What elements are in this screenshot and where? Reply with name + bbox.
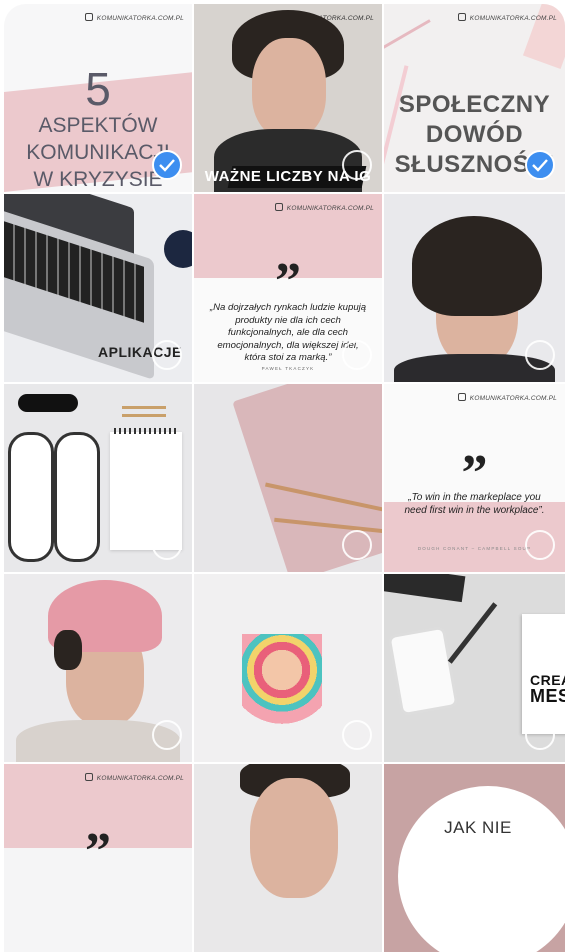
tile-caption: JAK NIE [444,818,512,837]
grid-tile-jak-nie[interactable]: JAK NIE [384,764,565,952]
sneaker-right [54,432,100,562]
quote-mark-icon: ” [85,823,111,880]
brand-watermark: KOMUNIKATORKA.COM.PL [457,13,557,22]
grid-tile-aspekty[interactable]: KOMUNIKATORKA.COM.PL 5 ASPEKTÓW KOMUNIKA… [4,4,192,192]
brand-watermark: KOMUNIKATORKA.COM.PL [84,773,184,782]
grid-tile-sneakers[interactable] [4,384,192,572]
photo-grid: KOMUNIKATORKA.COM.PL 5 ASPEKTÓW KOMUNIKA… [4,4,565,952]
select-checkbox[interactable] [525,340,555,370]
grid-tile-quote-tkaczyk[interactable]: KOMUNIKATORKA.COM.PL ” „Na dojrzałych ry… [194,194,382,382]
book-title: CREAT MES [530,672,565,706]
grid-tile-wazne-liczby[interactable]: KOMUNIKATORKA.COM.PL WAŻNE LICZBY NA IG [194,4,382,192]
sunglasses [18,394,78,412]
select-checkbox[interactable] [342,150,372,180]
quote-text: „To win in the markeplace you need first… [404,492,545,516]
select-checkbox[interactable] [152,530,182,560]
select-checkbox[interactable] [525,720,555,750]
select-checkbox[interactable] [342,530,372,560]
brand-watermark: KOMUNIKATORKA.COM.PL [274,203,374,212]
grid-tile-spoleczny-dowod[interactable]: KOMUNIKATORKA.COM.PL SPOŁECZNY DOWÓD SŁU… [384,4,565,192]
grid-tile-portrait-hair[interactable] [384,194,565,382]
grid-tile-notebook-pink[interactable] [194,384,382,572]
instagram-icon [457,13,466,21]
pencil-decoration [122,406,166,409]
select-checkbox[interactable] [152,340,182,370]
instagram-icon [457,393,466,401]
grid-tile-portrait-partial[interactable] [194,764,382,952]
instagram-icon [84,13,93,21]
coffee-cup [164,230,192,268]
sneaker-left [8,432,54,562]
select-checkbox[interactable] [152,150,182,180]
pencil-decoration [122,414,166,417]
portrait-face [252,38,326,138]
brand-text: KOMUNIKATORKA.COM.PL [96,15,184,22]
select-checkbox[interactable] [525,530,555,560]
grid-tile-desk-phone[interactable]: CREAT MES [384,574,565,762]
portrait-face [250,778,338,898]
select-checkbox[interactable] [342,340,372,370]
tile-number: 5 [85,63,111,115]
white-circle [398,786,565,952]
pencil-decoration [384,19,431,52]
checkmark-icon [532,159,548,172]
checkmark-icon [159,159,175,172]
brand-watermark: KOMUNIKATORKA.COM.PL [457,393,557,402]
select-checkbox[interactable] [342,720,372,750]
grid-tile-quote-partial[interactable]: KOMUNIKATORKA.COM.PL ” [4,764,192,952]
pen-decoration [447,602,498,664]
instagram-icon [274,203,283,211]
desk-object [384,574,466,603]
portrait-hair [54,630,82,670]
grid-tile-aplikacje[interactable]: APLIKACJE [4,194,192,382]
grid-tile-quote-conant[interactable]: KOMUNIKATORKA.COM.PL ” „To win in the ma… [384,384,565,572]
select-checkbox[interactable] [152,720,182,750]
instagram-icon [84,773,93,781]
portrait-hair [412,216,542,316]
select-checkbox[interactable] [525,150,555,180]
pencil-shavings [242,634,322,724]
smartphone [387,625,459,717]
grid-tile-pink-beanie[interactable] [4,574,192,762]
grid-tile-pencil-shavings[interactable] [194,574,382,762]
notebook-spiral [114,428,178,434]
brand-watermark: KOMUNIKATORKA.COM.PL [84,13,184,22]
